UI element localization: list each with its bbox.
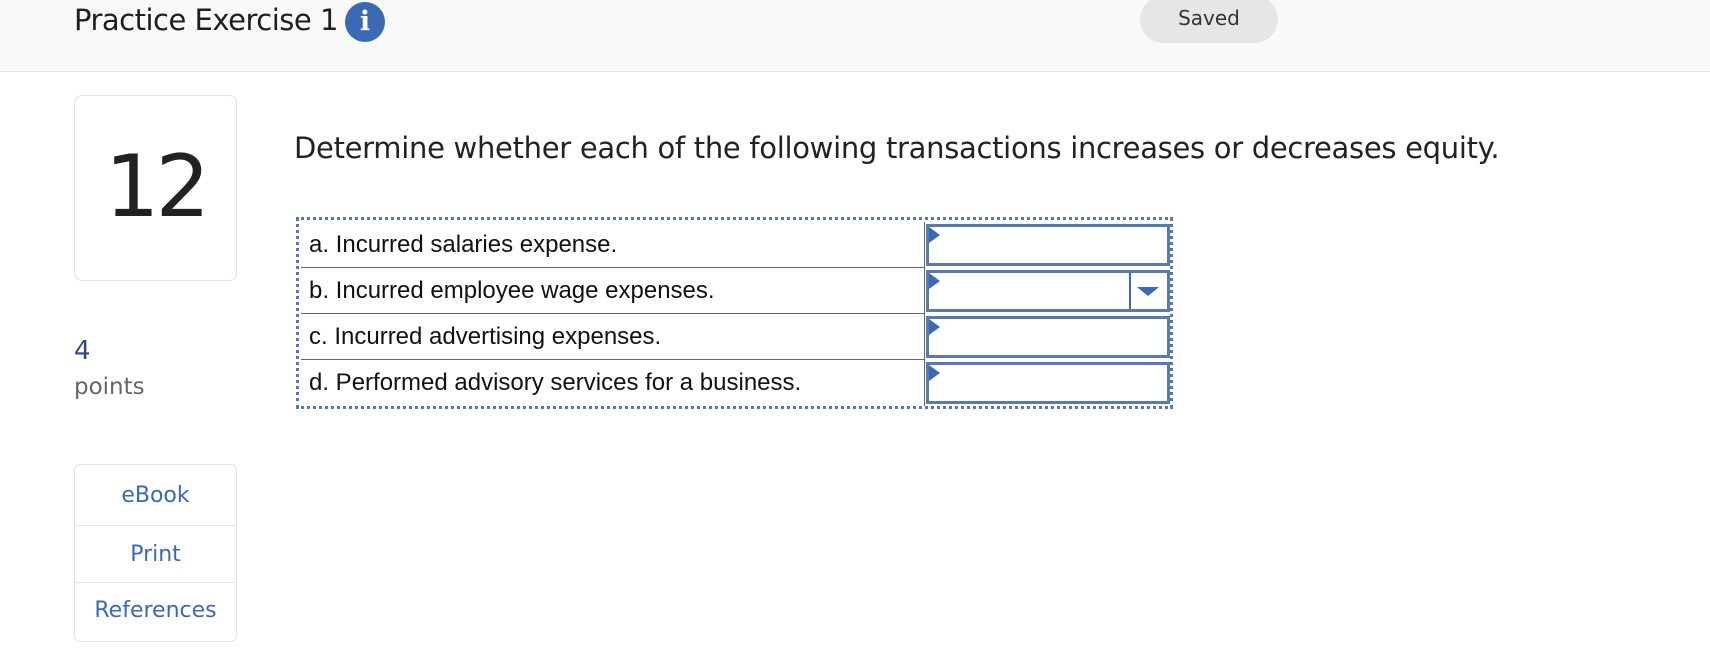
question-prompt: Determine whether each of the following …	[294, 131, 1500, 165]
cell-marker-icon	[929, 227, 940, 243]
info-icon[interactable]: i	[345, 2, 385, 42]
table-row: b. Incurred employee wage expenses.	[301, 268, 1221, 314]
dropdown-separator	[1129, 273, 1131, 309]
answer-select-c[interactable]	[926, 316, 1170, 358]
saved-status-badge: Saved	[1140, 0, 1278, 43]
points-value: 4	[74, 336, 91, 366]
answer-select-b[interactable]	[926, 270, 1170, 312]
print-link[interactable]: Print	[75, 526, 236, 583]
table-row: c. Incurred advertising expenses.	[301, 314, 1221, 360]
transaction-label: a. Incurred salaries expense.	[301, 222, 925, 268]
top-bar: Practice Exercise 1 i Saved	[0, 0, 1710, 72]
chevron-down-icon[interactable]	[1137, 287, 1159, 296]
cell-marker-icon	[929, 319, 940, 335]
question-number-box: 12	[74, 95, 237, 281]
question-number: 12	[104, 137, 210, 237]
answer-select-a[interactable]	[926, 224, 1170, 266]
page-title: Practice Exercise 1	[74, 3, 338, 37]
table-row: d. Performed advisory services for a bus…	[301, 360, 1221, 406]
transaction-label: d. Performed advisory services for a bus…	[301, 360, 925, 406]
ebook-link[interactable]: eBook	[75, 465, 236, 526]
references-link[interactable]: References	[75, 583, 236, 641]
transaction-label: c. Incurred advertising expenses.	[301, 314, 925, 360]
cell-marker-icon	[929, 273, 940, 289]
points-label: points	[74, 374, 145, 400]
answer-table: a. Incurred salaries expense. b. Incurre…	[296, 217, 1173, 409]
transaction-label: b. Incurred employee wage expenses.	[301, 268, 925, 314]
cell-marker-icon	[929, 365, 940, 381]
table-row: a. Incurred salaries expense.	[301, 222, 1221, 268]
answer-select-d[interactable]	[926, 362, 1170, 404]
side-links-panel: eBook Print References	[74, 464, 237, 642]
